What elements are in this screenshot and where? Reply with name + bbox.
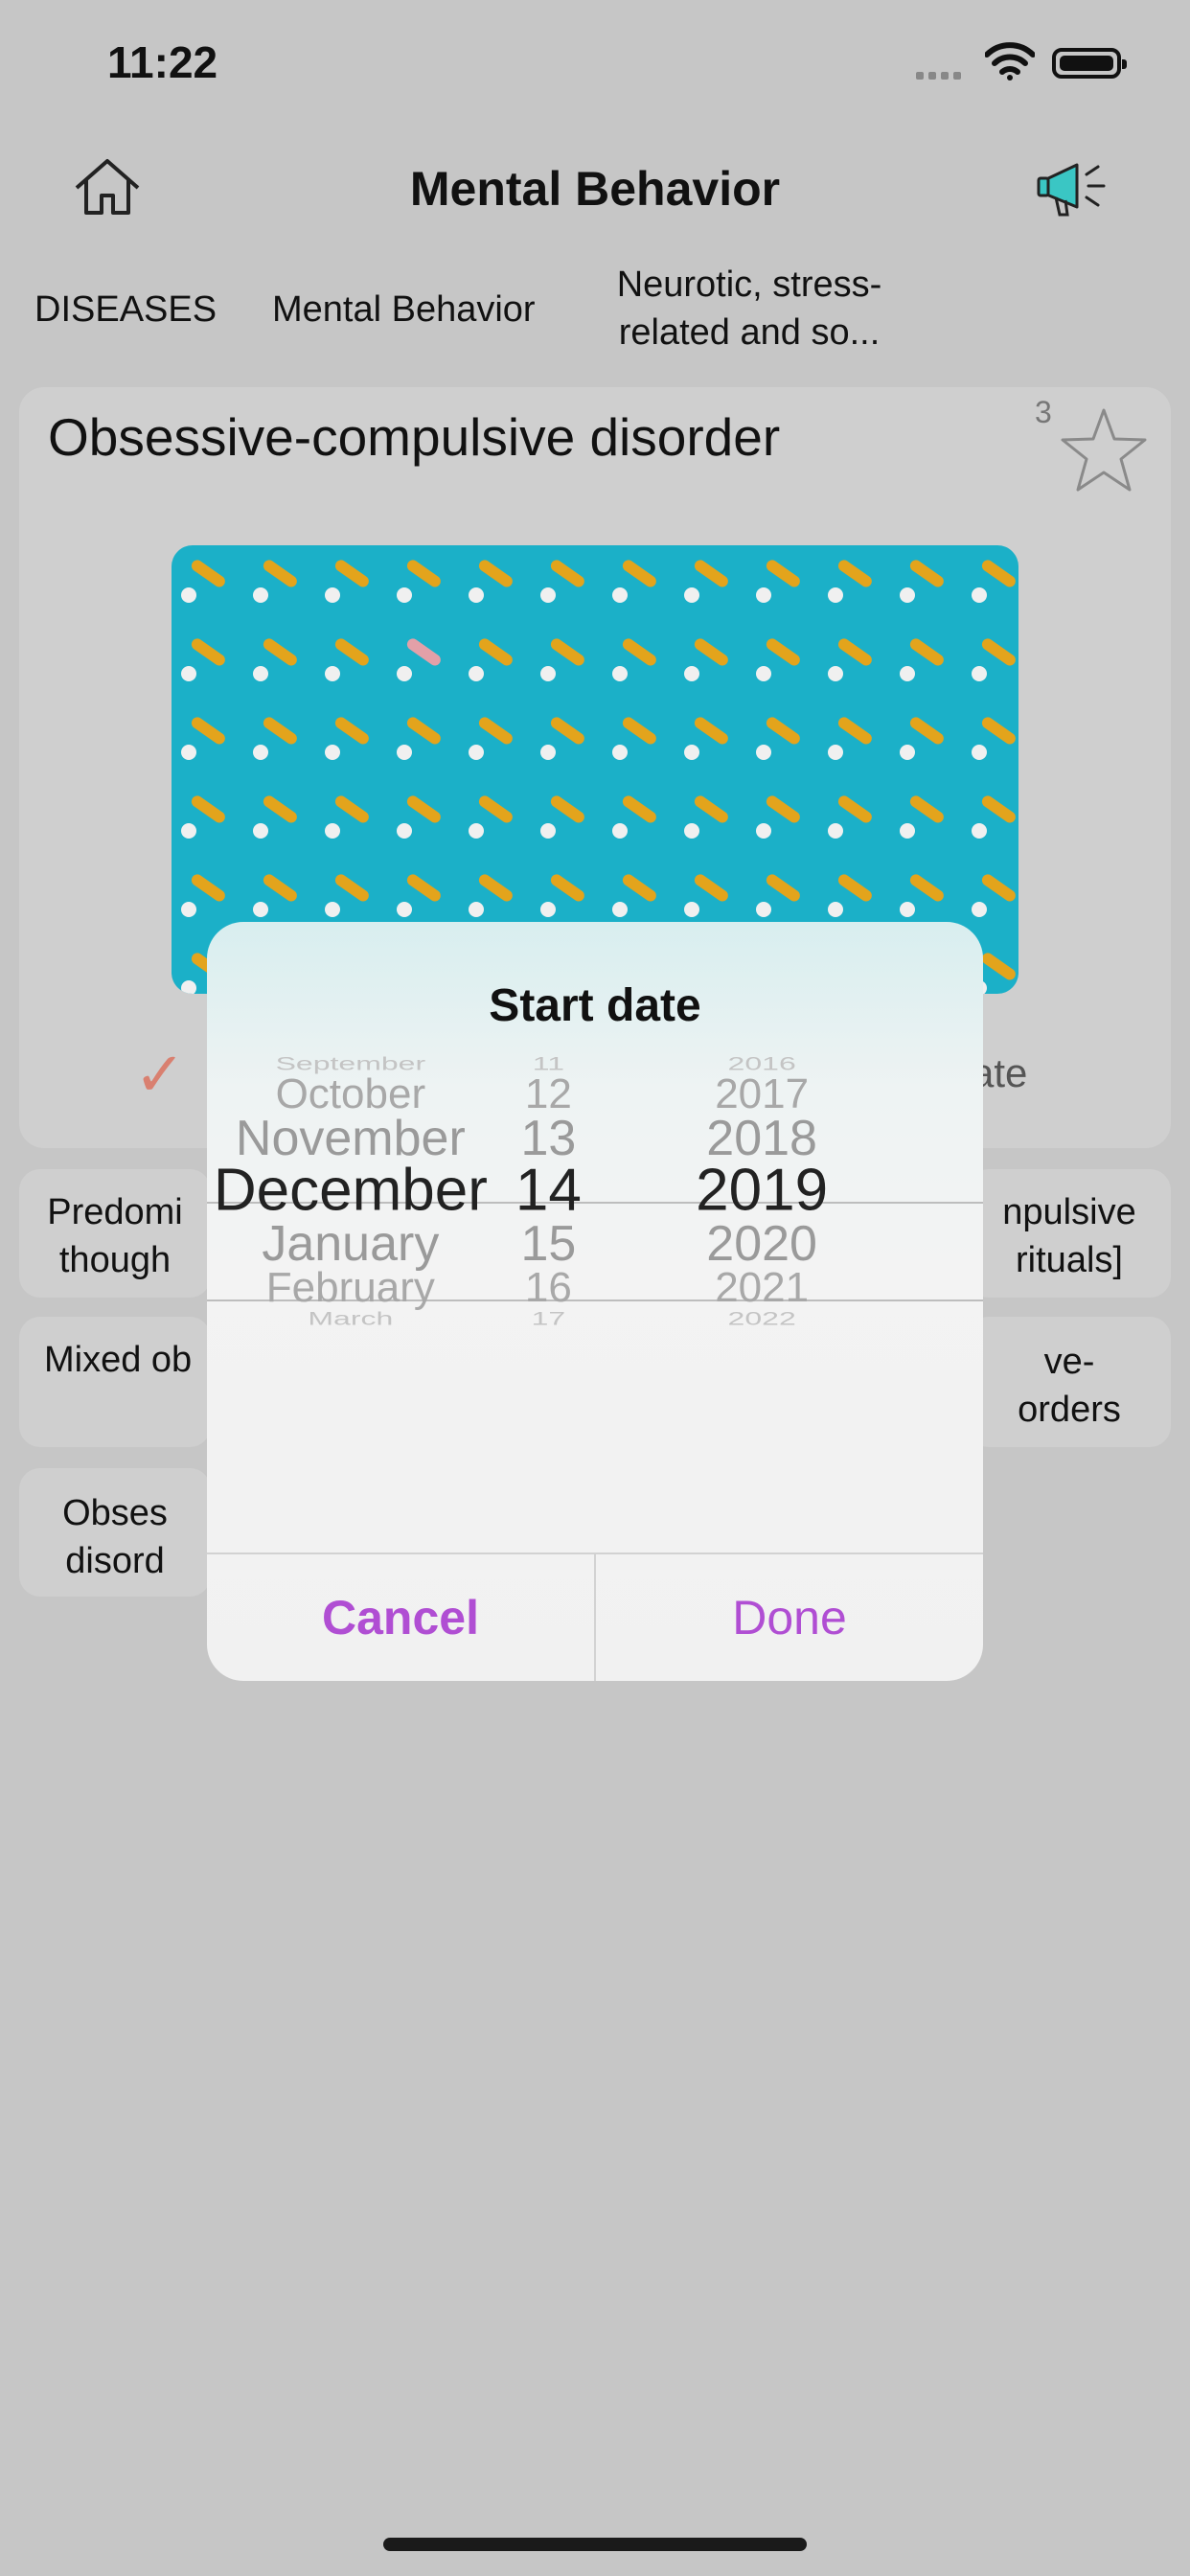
check-icon[interactable]: ✓ [134, 1039, 186, 1111]
cellular-signal-icon [916, 67, 966, 84]
picker-year-option[interactable]: 2021 [715, 1264, 809, 1312]
picker-month-option[interactable]: December [214, 1157, 488, 1225]
picker-month-option[interactable]: March [308, 1308, 393, 1329]
date-picker-wheel[interactable]: September 11 2016 October 12 2017 November 13 20… [207, 1006, 983, 1495]
breadcrumb-neurotic[interactable]: Neurotic, stress- related and so... [586, 261, 912, 356]
picker-day-option[interactable]: 16 [525, 1264, 572, 1312]
subtype-chip-5[interactable]: Obses disord [19, 1468, 211, 1597]
picker-year-option[interactable]: 2022 [728, 1308, 796, 1329]
picker-day-option[interactable]: 14 [515, 1157, 582, 1225]
chip-label: Mixed ob [44, 1340, 193, 1380]
status-time: 11:22 [107, 37, 218, 87]
breadcrumb-neurotic-line1: Neurotic, stress- [616, 264, 882, 305]
chip-label: npulsive rituals] [1002, 1192, 1136, 1280]
battery-icon [1052, 48, 1127, 79]
chip-label: Obses disord [62, 1493, 168, 1581]
star-icon[interactable] [1058, 404, 1150, 496]
page-title: Mental Behavior [409, 162, 781, 216]
megaphone-icon[interactable] [1035, 155, 1123, 222]
cancel-button[interactable]: Cancel [207, 1554, 594, 1681]
breadcrumb-mental-behavior[interactable]: Mental Behavior [272, 289, 536, 331]
home-indicator[interactable] [383, 2538, 807, 2551]
disease-title: Obsessive-compulsive disorder [48, 407, 781, 467]
picker-month-option[interactable]: February [266, 1264, 435, 1312]
subtype-chip-3[interactable]: Mixed ob [19, 1317, 211, 1447]
picker-day-option[interactable]: 17 [532, 1308, 566, 1329]
subtype-chip-2[interactable]: npulsive rituals] [968, 1169, 1171, 1298]
subtype-chip-1[interactable]: Predomi though [19, 1169, 211, 1298]
picker-year-option[interactable]: 2019 [696, 1157, 828, 1225]
wifi-icon [985, 42, 1035, 80]
breadcrumb-diseases[interactable]: DISEASES [34, 289, 217, 331]
breadcrumb-neurotic-line2: related and so... [618, 312, 881, 353]
done-button[interactable]: Done [596, 1554, 983, 1681]
subtype-chip-4[interactable]: ve-orders [968, 1317, 1171, 1447]
chip-label: Predomi though [47, 1192, 183, 1280]
chip-label: ve-orders [1018, 1342, 1121, 1430]
favorite-count: 3 [1035, 395, 1052, 429]
